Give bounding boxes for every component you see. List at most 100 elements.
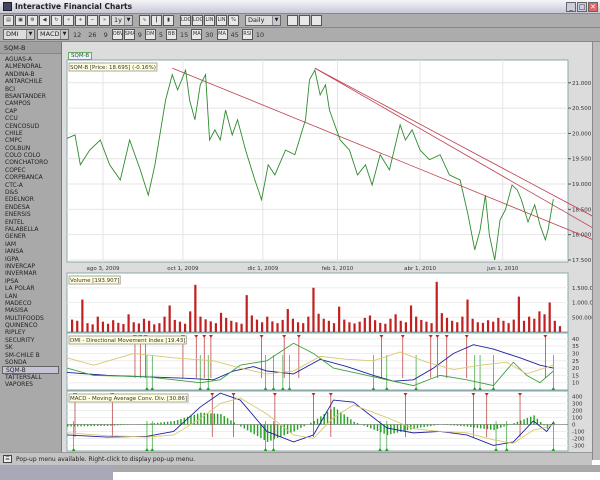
symbol-item[interactable]: MULTIFOODS [2, 315, 59, 322]
symbol-item[interactable]: CHILE [2, 130, 59, 137]
macd-param-slow[interactable]: 26 [88, 31, 96, 39]
symbol-item[interactable]: VAPORES [2, 381, 59, 388]
refresh-icon[interactable]: ↻ [51, 15, 62, 26]
indicator2-select[interactable]: MACD ▼ [37, 29, 69, 40]
symbol-item[interactable]: EDELNOR [2, 196, 59, 203]
symbol-item[interactable]: LAN [2, 293, 59, 300]
symbol-item[interactable]: ANDINA-B [2, 71, 59, 78]
volume-bar [481, 322, 485, 332]
scale-button-3[interactable]: LIN [216, 15, 227, 26]
symbol-item[interactable]: SM-CHILE B [2, 352, 59, 359]
print-icon[interactable]: ▤ [3, 15, 14, 26]
symbol-item[interactable]: SONDA [2, 359, 59, 366]
symbol-item[interactable]: CTC-A [2, 182, 59, 189]
symbol-item[interactable]: CENCOSUD [2, 123, 59, 130]
zoom-in-icon[interactable]: + [75, 15, 86, 26]
symbol-item[interactable]: CONCHATORO [2, 159, 59, 166]
symbol-item[interactable]: SK [2, 344, 59, 351]
symbol-item[interactable]: TATTERSALL [2, 374, 59, 381]
symbol-item[interactable]: IAM [2, 241, 59, 248]
sound-icon[interactable]: ◀ [39, 15, 50, 26]
symbol-item[interactable]: INVERMAR [2, 270, 59, 277]
chart-area[interactable]: 17.50018.00018.50019.00019.50020.00020.5… [62, 42, 600, 452]
indicator-button-dm[interactable]: DM [144, 29, 156, 40]
symbol-item[interactable]: CCU [2, 115, 59, 122]
symbol-item[interactable]: CMPC [2, 137, 59, 144]
symbol-item[interactable]: RIPLEY [2, 329, 59, 336]
indicator-button-rsi[interactable]: RSI [241, 29, 253, 40]
symbol-item[interactable]: COLO COLO [2, 152, 59, 159]
indicator-button-ma[interactable]: MA [191, 29, 203, 40]
symbol-item[interactable]: IANSA [2, 248, 59, 255]
scale-button-0[interactable]: LOG [180, 15, 191, 26]
maximize-button[interactable]: □ [577, 2, 587, 12]
symbol-item[interactable]: CAP [2, 108, 59, 115]
indicator-button-bb[interactable]: BB [165, 29, 177, 40]
symbol-item[interactable]: ANTARCHILE [2, 78, 59, 85]
symbol-item[interactable]: IGPA [2, 256, 59, 263]
scroll-left-icon[interactable]: « [63, 15, 74, 26]
symbol-item[interactable]: ENTEL [2, 219, 59, 226]
symbol-item[interactable]: INVERCAP [2, 263, 59, 270]
symbol-item[interactable]: COLBUN [2, 145, 59, 152]
symbol-item[interactable]: D&S [2, 189, 59, 196]
save-icon[interactable]: ▣ [15, 15, 26, 26]
zoom-out-icon[interactable]: − [87, 15, 98, 26]
symbol-item[interactable]: BCI [2, 86, 59, 93]
symbol-item[interactable]: ENDESA [2, 204, 59, 211]
symbol-item[interactable]: FALABELLA [2, 226, 59, 233]
scale-button-2[interactable]: LIN [204, 15, 215, 26]
panel-icon[interactable] [311, 15, 322, 26]
symbol-item[interactable]: CORPBANCA [2, 174, 59, 181]
symbol-item[interactable]: ALMENDRAL [2, 63, 59, 70]
macd-histogram-bar [513, 423, 515, 425]
price-panel[interactable] [66, 59, 569, 263]
symbol-item[interactable]: AGUAS-A [2, 56, 59, 63]
settings-icon[interactable]: ⚙ [27, 15, 38, 26]
candle-chart-icon[interactable]: ▮ [163, 15, 174, 26]
vertical-scrollbar[interactable] [592, 42, 600, 460]
macd-param-fast[interactable]: 12 [73, 31, 81, 39]
symbol-item[interactable]: SECURITY [2, 337, 59, 344]
symbol-item[interactable]: ENERSIS [2, 211, 59, 218]
indicator-period[interactable]: 30 [205, 31, 213, 39]
indicator-button-sma[interactable]: SMA [123, 29, 135, 40]
close-button[interactable]: ✕ [588, 2, 598, 12]
symbol-item[interactable]: COPEC [2, 167, 59, 174]
chevron-down-icon: ▼ [272, 16, 280, 25]
indicator-period[interactable]: 10 [256, 31, 264, 39]
interval-select[interactable]: Daily ▼ [245, 15, 281, 26]
scale-button-4[interactable]: % [228, 15, 239, 26]
macd-histogram-bar [100, 424, 102, 426]
scale-button-1[interactable]: LOG [192, 15, 203, 26]
dmi-title: DMI - Directional Movement Index [19.43] [70, 338, 185, 344]
symbol-list[interactable]: AGUAS-A ALMENDRAL ANDINA-B ANTARCHILE BCI BSA… [2, 56, 59, 389]
symbol-item[interactable]: MASISA [2, 307, 59, 314]
macd-histogram-bar [70, 424, 72, 427]
symbol-item[interactable]: LA POLAR [2, 285, 59, 292]
obv-button[interactable]: OBV [111, 29, 123, 40]
layout-icon[interactable] [299, 15, 310, 26]
period-select[interactable]: 1y ▼ [111, 15, 133, 26]
symbol-item[interactable]: GENER [2, 233, 59, 240]
indicator-period[interactable]: 9 [138, 31, 142, 39]
price-legend[interactable]: SQM-B [68, 52, 93, 60]
symbol-item[interactable]: CAMPOS [2, 100, 59, 107]
charts-canvas[interactable]: 17.50018.00018.50019.00019.50020.00020.5… [62, 42, 600, 452]
scroll-right-icon[interactable]: » [99, 15, 110, 26]
indicator-period[interactable]: 45 [231, 31, 239, 39]
symbol-item[interactable]: SQM-B [2, 366, 59, 374]
line-chart-icon[interactable]: ∿ [139, 15, 150, 26]
macd-param-signal[interactable]: 9 [104, 31, 108, 39]
indicator-button-ma[interactable]: MA [216, 29, 228, 40]
symbol-item[interactable]: BSANTANDER [2, 93, 59, 100]
minimize-button[interactable]: _ [566, 2, 576, 12]
indicator-period[interactable]: 5 [159, 31, 163, 39]
symbol-item[interactable]: QUINENCO [2, 322, 59, 329]
indicator1-select[interactable]: DMI ▼ [3, 29, 35, 40]
symbol-item[interactable]: MADECO [2, 300, 59, 307]
color-icon[interactable] [287, 15, 298, 26]
indicator-period[interactable]: 15 [180, 31, 188, 39]
symbol-item[interactable]: IPSA [2, 278, 59, 285]
bar-chart-icon[interactable]: ┃ [151, 15, 162, 26]
